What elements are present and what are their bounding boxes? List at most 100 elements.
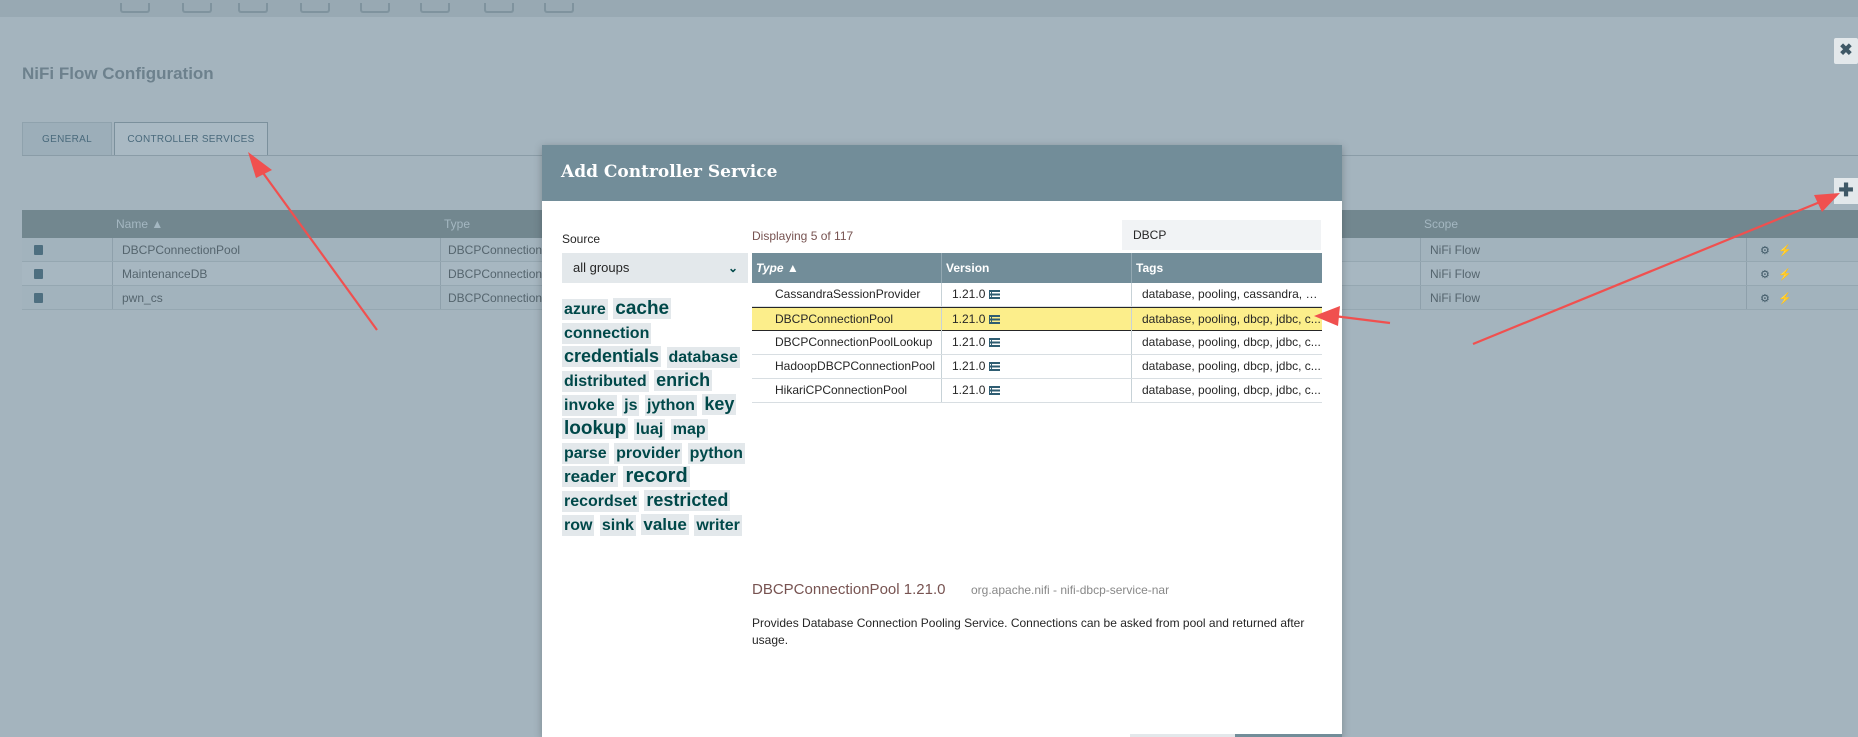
version-value: 1.21.0 — [952, 359, 986, 373]
toolbar-icon[interactable] — [182, 3, 212, 13]
column-divider — [112, 286, 113, 309]
table-row[interactable]: CassandraSessionProvider 1.21.0 database, … — [752, 283, 1322, 307]
gear-icon[interactable]: ⚙ — [1760, 268, 1770, 281]
service-type: DBCPConnection — [448, 267, 543, 281]
dialog-title: Add Controller Service — [542, 145, 1342, 201]
column-header-name[interactable]: Name ▲ — [116, 210, 163, 238]
close-icon: ✖ — [1839, 42, 1853, 59]
service-type-cell: DBCPConnectionPool — [752, 308, 942, 331]
service-name: DBCPConnectionPool — [122, 243, 241, 257]
column-divider — [112, 262, 113, 285]
toolbar-icon[interactable] — [120, 3, 150, 13]
filter-input[interactable] — [1122, 220, 1321, 250]
tag-enrich[interactable]: enrich — [654, 370, 713, 391]
tag-python[interactable]: python — [687, 443, 745, 464]
column-divider — [112, 238, 113, 261]
column-header-type[interactable]: Type — [444, 210, 470, 238]
run-icon[interactable]: ⚡ — [1778, 268, 1792, 281]
tag-key[interactable]: key — [702, 394, 737, 415]
tag-restricted[interactable]: restricted — [644, 490, 731, 511]
documentation-icon[interactable] — [34, 293, 43, 303]
toolbar-icon[interactable] — [360, 3, 390, 13]
list-icon[interactable] — [989, 362, 1001, 371]
column-divider — [1420, 262, 1421, 285]
table-row[interactable]: DBCPConnectionPool 1.21.0 database, poolin… — [752, 307, 1322, 331]
list-icon[interactable] — [989, 386, 1001, 395]
gear-icon[interactable]: ⚙ — [1760, 292, 1770, 305]
run-icon[interactable]: ⚡ — [1778, 292, 1792, 305]
tag-credentials[interactable]: credentials — [562, 346, 662, 367]
tab-general[interactable]: GENERAL — [22, 122, 112, 156]
tag-distributed[interactable]: distributed — [562, 371, 649, 392]
tag-reader[interactable]: reader — [562, 466, 618, 487]
list-icon[interactable] — [989, 290, 1001, 299]
tag-provider[interactable]: provider — [614, 443, 683, 464]
tag-parse[interactable]: parse — [562, 443, 609, 464]
source-select[interactable]: all groups ⌄ — [562, 253, 748, 283]
add-controller-service-dialog: Add Controller Service Source all groups… — [542, 145, 1342, 737]
version-cell: 1.21.0 — [942, 355, 1132, 378]
tag-jython[interactable]: jython — [644, 395, 697, 416]
service-type-table: Type ▲ Version Tags CassandraSessionProv… — [752, 253, 1322, 403]
column-divider — [440, 262, 441, 285]
tag-record[interactable]: record — [623, 466, 690, 487]
toolbar-icon[interactable] — [484, 3, 514, 13]
toolbar-icon[interactable] — [420, 3, 450, 13]
toolbar-icon[interactable] — [238, 3, 268, 13]
list-icon[interactable] — [989, 315, 1001, 324]
results-count: Displaying 5 of 117 — [752, 229, 854, 243]
column-header-version[interactable]: Version — [942, 253, 1132, 283]
tag-invoke[interactable]: invoke — [562, 395, 617, 416]
tag-luaj[interactable]: luaj — [633, 419, 666, 440]
tag-js[interactable]: js — [622, 395, 640, 416]
plus-icon: ✚ — [1838, 180, 1854, 200]
service-type-cell: CassandraSessionProvider — [752, 283, 942, 306]
tag-lookup[interactable]: lookup — [562, 418, 629, 439]
chevron-down-icon: ⌄ — [727, 261, 738, 275]
gear-icon[interactable]: ⚙ — [1760, 244, 1770, 257]
toolbar-icon[interactable] — [300, 3, 330, 13]
source-selected-value: all groups — [573, 260, 630, 275]
tag-writer[interactable]: writer — [694, 515, 742, 536]
column-header-scope[interactable]: Scope — [1424, 210, 1458, 238]
column-divider — [440, 238, 441, 261]
tag-map[interactable]: map — [670, 419, 708, 440]
tag-azure[interactable]: azure — [562, 299, 608, 320]
table-body: CassandraSessionProvider 1.21.0 database, … — [752, 283, 1322, 403]
tag-cache[interactable]: cache — [613, 298, 672, 319]
tab-controller-services[interactable]: CONTROLLER SERVICES — [114, 122, 268, 156]
run-icon[interactable]: ⚡ — [1778, 244, 1792, 257]
tag-cloud: azure cache connection credentials datab… — [562, 298, 748, 538]
selected-service-description: Provides Database Connection Pooling Ser… — [752, 616, 1305, 647]
version-value: 1.21.0 — [952, 312, 986, 326]
table-row[interactable]: HadoopDBCPConnectionPool 1.21.0 database, … — [752, 355, 1322, 379]
toolbar-icon[interactable] — [544, 3, 574, 13]
tags-cell: database, pooling, dbcp, jdbc, c... — [1142, 359, 1321, 373]
column-divider — [1420, 238, 1421, 261]
column-header-type[interactable]: Type ▲ — [752, 253, 942, 283]
documentation-icon[interactable] — [34, 245, 43, 255]
tags-cell: database, pooling, dbcp, jdbc, c... — [1142, 383, 1321, 397]
table-header: Type ▲ Version Tags — [752, 253, 1322, 283]
tag-database[interactable]: database — [666, 347, 740, 368]
service-type: DBCPConnection — [448, 291, 543, 305]
tag-connection[interactable]: connection — [562, 323, 652, 344]
column-header-tags[interactable]: Tags — [1132, 253, 1322, 283]
version-cell: 1.21.0 — [942, 331, 1132, 354]
table-row[interactable]: HikariCPConnectionPool 1.21.0 database, po… — [752, 379, 1322, 403]
service-name: MaintenanceDB — [122, 267, 208, 281]
selected-service-title: DBCPConnectionPool 1.21.0 — [752, 581, 946, 598]
tag-value[interactable]: value — [641, 514, 689, 535]
tags-cell: database, pooling, dbcp, jdbc, c... — [1142, 312, 1321, 326]
tag-sink[interactable]: sink — [599, 515, 636, 536]
version-cell: 1.21.0 — [942, 308, 1132, 331]
version-value: 1.21.0 — [952, 335, 986, 349]
tag-recordset[interactable]: recordset — [562, 491, 639, 512]
close-button[interactable]: ✖ — [1834, 38, 1858, 64]
tag-row[interactable]: row — [562, 515, 595, 536]
table-row[interactable]: DBCPConnectionPoolLookup 1.21.0 database, … — [752, 331, 1322, 355]
documentation-icon[interactable] — [34, 269, 43, 279]
add-controller-service-button[interactable]: ✚ — [1834, 178, 1858, 204]
source-label: Source — [562, 232, 601, 246]
list-icon[interactable] — [989, 338, 1001, 347]
